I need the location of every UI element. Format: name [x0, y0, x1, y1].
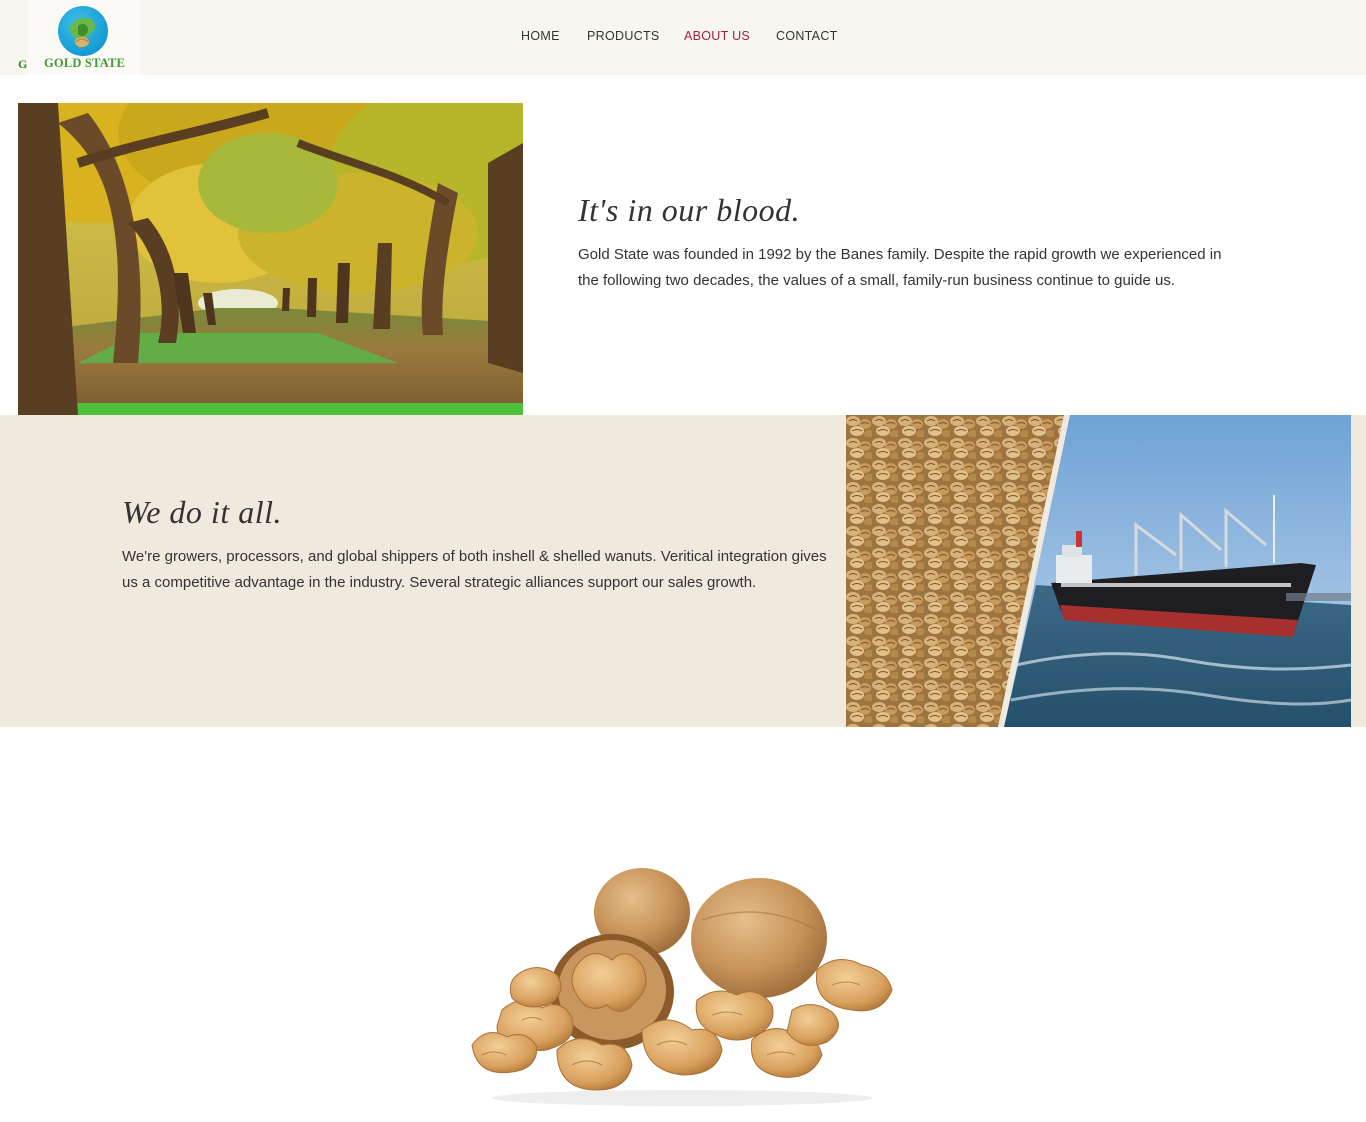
heading-we-do-it-all: We do it all.: [122, 494, 282, 530]
do-it-all-paragraph-line-2: us a competitive advantage in the indust…: [122, 574, 757, 591]
walnuts-and-ship-image: [846, 415, 1351, 727]
do-it-all-paragraph: We're growers, processors, and global sh…: [122, 544, 842, 596]
nav-contact[interactable]: CONTACT: [776, 29, 838, 43]
nav-products[interactable]: PRODUCTS: [587, 29, 660, 43]
nav-about-us[interactable]: ABOUT US: [684, 29, 750, 43]
orchard-image: [18, 103, 523, 415]
blood-paragraph: Gold State was founded in 1992 by the Ba…: [578, 242, 1278, 294]
blood-paragraph-line-2: the following two decades, the values of…: [578, 272, 1175, 289]
site-header: G GOLD STATE HOME PRODUCTS ABOUT US CONT…: [0, 0, 1366, 75]
logo-fragment: G: [18, 57, 28, 71]
walnuts-pile-image: [462, 860, 902, 1110]
main-nav: HOME PRODUCTS ABOUT US CONTACT: [0, 29, 1366, 45]
blood-paragraph-line-1: Gold State was founded in 1992 by the Ba…: [578, 246, 1222, 263]
heading-in-our-blood: It's in our blood.: [578, 192, 801, 228]
logo-text: GOLD STATE: [44, 56, 126, 70]
nav-home[interactable]: HOME: [521, 29, 560, 43]
do-it-all-paragraph-line-1: We're growers, processors, and global sh…: [122, 548, 827, 565]
